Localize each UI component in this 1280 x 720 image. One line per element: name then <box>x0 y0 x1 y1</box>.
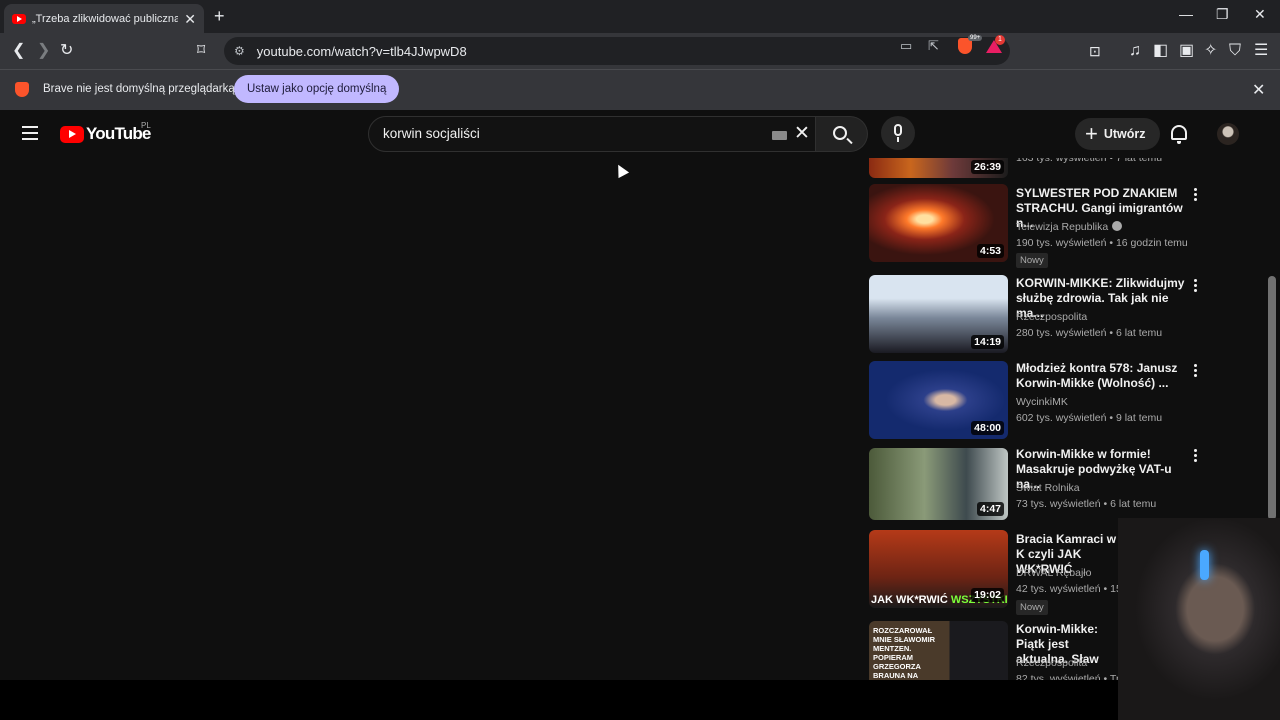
back-icon[interactable]: ❮ <box>12 41 25 61</box>
channel-name[interactable]: Rzeczpospolita <box>1016 311 1087 323</box>
brave-logo-icon <box>15 82 29 97</box>
infobar-close-icon[interactable]: ✕ <box>1252 80 1265 100</box>
channel-name[interactable]: Rzeczpospolita <box>1016 657 1087 669</box>
duration-badge: 14:19 <box>971 335 1004 349</box>
infobar-message: Brave nie jest domyślną przeglądarką <box>43 83 235 95</box>
screenshot-icon[interactable]: ⊡ <box>1089 41 1101 61</box>
maximize-icon[interactable]: ❐ <box>1216 6 1229 23</box>
channel-name-text: Telewizja Republika <box>1016 221 1109 233</box>
new-tab-button[interactable]: + <box>214 6 225 27</box>
youtube-logo[interactable]: YouTube <box>60 124 151 144</box>
media-icon[interactable]: ♫ <box>1129 41 1141 61</box>
forward-icon[interactable]: ❯ <box>37 41 50 61</box>
shields-count-badge: 99+ <box>968 35 983 41</box>
wallet-icon[interactable]: ▣ <box>1179 41 1194 61</box>
verified-icon <box>1112 221 1123 231</box>
keyboard-icon[interactable] <box>772 131 787 140</box>
page-scrollbar[interactable] <box>1268 276 1276 520</box>
url-text: youtube.com/watch?v=tlb4JJwpwD8 <box>256 43 467 59</box>
video-meta: 602 tys. wyświetleń • 9 lat temu <box>1016 412 1163 424</box>
video-thumbnail[interactable]: JAK WK*RWIĆ WSZYSTKICH 19:02 <box>869 530 1008 608</box>
duration-badge: 19:02 <box>971 588 1004 602</box>
guide-menu-icon[interactable] <box>22 126 38 140</box>
address-bar[interactable]: ⚙ youtube.com/watch?v=tlb4JJwpwD8 <box>224 37 1010 65</box>
search-icon <box>833 126 847 140</box>
leo-ai-icon[interactable]: ✧ <box>1204 41 1217 61</box>
set-default-button[interactable]: Ustaw jako opcję domyślną <box>234 75 400 103</box>
video-meta: 73 tys. wyświetleń • 6 lat temu <box>1016 498 1157 510</box>
microphone-icon <box>894 124 902 136</box>
video-thumbnail[interactable]: 4:47 <box>869 448 1008 520</box>
channel-name[interactable]: Świat Rolnika <box>1016 482 1080 494</box>
channel-name[interactable]: Telewizja Republika <box>1016 221 1123 233</box>
channel-name[interactable]: WycinkiMK <box>1016 396 1068 408</box>
default-browser-infobar: Brave nie jest domyślną przeglądarką Ust… <box>0 69 1280 110</box>
create-button[interactable]: + Utwórz <box>1075 118 1160 150</box>
search-query: korwin socjaliści <box>383 126 480 141</box>
video-thumbnail[interactable]: 4:53 <box>869 184 1008 262</box>
bookmark-icon[interactable]: ⌑ <box>197 41 205 61</box>
share-icon[interactable]: ⇱ <box>928 38 939 54</box>
headset-light-icon <box>1200 550 1209 580</box>
new-badge: Nowy <box>1016 253 1048 268</box>
more-actions-icon[interactable] <box>1194 279 1198 293</box>
plus-icon: + <box>1085 121 1098 146</box>
microphone-stand <box>897 137 899 142</box>
youtube-play-icon <box>60 125 84 143</box>
tab-title: „Trzeba zlikwidować publiczną s <box>32 12 178 25</box>
browser-toolbar: ❮ ❯ ↻ ⌑ ⚙ youtube.com/watch?v=tlb4JJwpwD… <box>0 33 1280 69</box>
duration-badge: 4:47 <box>976 502 1004 516</box>
video-meta: 280 tys. wyświetleń • 6 lat temu <box>1016 327 1163 339</box>
reload-icon[interactable]: ↻ <box>60 41 73 61</box>
menu-icon[interactable]: ☰ <box>1254 41 1268 61</box>
thumbnail-caption: ROZCZAROWAŁ MNIE SŁAWOMIR MENTZEN. POPIE… <box>873 626 936 680</box>
video-meta: 42 tys. wyświetleń • 15 <box>1016 583 1122 595</box>
sidebar-icon[interactable]: ◧ <box>1153 41 1168 61</box>
video-title[interactable]: Młodzież kontra 578: Janusz Korwin-Mikke… <box>1016 361 1188 391</box>
notifications-bell-icon[interactable] <box>1171 125 1187 144</box>
close-window-icon[interactable]: ✕ <box>1254 6 1266 23</box>
voice-search-button[interactable] <box>881 116 915 150</box>
new-badge: Nowy <box>1016 600 1048 615</box>
webcam-overlay <box>1118 518 1280 720</box>
more-actions-icon[interactable] <box>1194 188 1198 202</box>
browser-tab[interactable]: „Trzeba zlikwidować publiczną s ✕ <box>4 4 204 33</box>
more-actions-icon[interactable] <box>1194 364 1198 378</box>
video-thumbnail[interactable]: ROZCZAROWAŁ MNIE SŁAWOMIR MENTZEN. POPIE… <box>869 621 1008 680</box>
cast-icon[interactable]: ▭ <box>900 38 912 54</box>
clear-search-icon[interactable]: ✕ <box>794 122 810 145</box>
create-label: Utwórz <box>1103 127 1146 141</box>
video-thumbnail[interactable]: 48:00 <box>869 361 1008 439</box>
search-button[interactable] <box>816 116 868 152</box>
close-tab-icon[interactable]: ✕ <box>184 12 196 26</box>
more-actions-icon[interactable] <box>1194 449 1198 463</box>
minimize-icon[interactable]: — <box>1179 6 1193 22</box>
region-code: PL <box>141 121 151 130</box>
bottom-black-bar <box>0 680 1280 720</box>
vpn-icon[interactable]: ⛉ <box>1229 41 1241 61</box>
duration-badge: 4:53 <box>976 244 1004 258</box>
avatar[interactable] <box>1217 123 1239 145</box>
thumbnail-text-a: JAK WK*RWIĆ <box>871 594 951 606</box>
channel-name[interactable]: DRWAL Rębajło <box>1016 567 1091 579</box>
duration-badge: 48:00 <box>971 421 1004 435</box>
video-meta: 190 tys. wyświetleń • 16 godzin temu <box>1016 237 1188 249</box>
site-settings-icon[interactable]: ⚙ <box>234 44 245 58</box>
header-layer: YouTube PL korwin socjaliści ✕ + Utwórz <box>0 110 1280 158</box>
video-thumbnail[interactable]: 14:19 <box>869 275 1008 353</box>
youtube-favicon-icon <box>12 13 26 24</box>
rewards-count-badge: 1 <box>995 35 1005 45</box>
browser-tabstrip: „Trzeba zlikwidować publiczną s ✕ + — ❐ … <box>0 0 1280 33</box>
search-input[interactable]: korwin socjaliści ✕ <box>368 116 816 152</box>
duration-badge: 26:39 <box>971 160 1004 174</box>
